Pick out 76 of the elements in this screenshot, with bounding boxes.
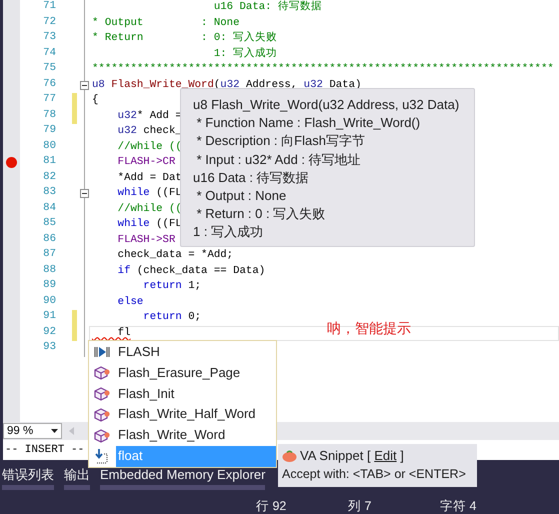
- snippet-hint: Accept with: <TAB> or <ENTER>: [282, 466, 466, 483]
- code-line: return 1;: [142, 280, 202, 294]
- code-line: FLASH->CR: [116, 156, 176, 170]
- annotation-text: 呐，智能提示: [327, 320, 411, 338]
- line-number: 77: [42, 93, 56, 107]
- tooltip-line: u16 Data : 待写数据: [193, 168, 309, 187]
- line-number: 83: [42, 186, 56, 200]
- code-line: * Output : None: [92, 16, 240, 30]
- breakpoint-icon[interactable]: [6, 157, 17, 168]
- code-line: else: [116, 296, 144, 309]
- line-number: 74: [42, 46, 56, 60]
- line-number: 75: [42, 62, 56, 76]
- tooltip-line: 1 : 写入成功: [193, 223, 264, 242]
- panel-tab[interactable]: 错误列表: [2, 467, 54, 490]
- collapse-icon[interactable]: [80, 189, 89, 198]
- code-line: u16 Data: 待写数据: [212, 1, 322, 14]
- tooltip-line: * Description : 向Flash写字节: [196, 132, 365, 150]
- line-number: 90: [42, 294, 56, 308]
- zoom-dropdown[interactable]: 99 %: [3, 423, 62, 439]
- code-line: while ((FL: [116, 218, 182, 232]
- cube-icon: [94, 365, 110, 382]
- code-line: check_data = *Add;: [116, 249, 234, 262]
- line-number: 71: [42, 0, 56, 14]
- line-number: 92: [42, 326, 56, 340]
- line-number: 76: [42, 78, 56, 92]
- code-line: ************************************************************************: [92, 63, 554, 76]
- line-number: 85: [42, 217, 56, 231]
- completion-item[interactable]: Flash_Write_Half_Word: [116, 404, 276, 426]
- line-number: 89: [42, 279, 56, 293]
- line-number: 86: [42, 232, 56, 246]
- line-number: 84: [42, 202, 56, 216]
- code-line: return 0;: [142, 311, 202, 324]
- cube-icon: [94, 386, 110, 402]
- tooltip-line: * Input : u32* Add : 待写地址: [196, 150, 361, 169]
- code-line: if (check_data == Data): [116, 264, 266, 278]
- code-line: //while ((: [116, 140, 182, 154]
- line-number: 82: [42, 170, 56, 184]
- column-indicator: 列 7: [348, 498, 372, 514]
- completion-item[interactable]: Flash_Erasure_Page: [116, 362, 276, 384]
- tooltip-line: u8 Flash_Write_Word(u32 Address, u32 Data): [193, 96, 460, 114]
- code-line: u32 check_: [116, 125, 182, 138]
- collapse-icon[interactable]: [80, 80, 89, 90]
- line-number: 79: [42, 124, 56, 138]
- caret-icon: [51, 429, 58, 433]
- line-number: 93: [42, 341, 56, 355]
- tooltip-line: * Output : None: [196, 186, 286, 205]
- mode-indicator: -- INSERT --: [4, 444, 84, 456]
- code-line: 1: 写入成功: [212, 48, 278, 61]
- edit-link[interactable]: Edit: [374, 448, 397, 463]
- download-arrow-icon: [94, 448, 110, 464]
- line-number: 78: [42, 108, 56, 122]
- line-number: 91: [42, 310, 56, 324]
- line-number: 81: [42, 155, 56, 169]
- code-line: FLASH->SR: [116, 234, 176, 247]
- code-line: fl: [116, 326, 130, 340]
- code-line: //while ((: [116, 202, 182, 216]
- line-number: 73: [42, 31, 56, 45]
- snippet-title: VA Snippet [ Edit ]: [300, 448, 404, 463]
- line-number: 87: [42, 248, 56, 262]
- code-line: while ((FL: [116, 187, 182, 200]
- code-line: *Add = Dat: [116, 172, 182, 185]
- line-number: 80: [42, 140, 56, 154]
- char-indicator: 字符 4: [440, 498, 478, 514]
- completion-item[interactable]: FLASH: [116, 342, 276, 363]
- cube-icon: [94, 406, 110, 423]
- cube-icon: [94, 428, 110, 444]
- code-line: * Return : 0: 写入失败: [92, 32, 278, 46]
- line-number: 88: [42, 264, 56, 278]
- line-indicator: 行 92: [256, 498, 288, 514]
- code-line: {: [92, 94, 98, 108]
- completion-item[interactable]: Flash_Write_Word: [116, 425, 276, 446]
- completion-item[interactable]: Flash_Init: [116, 384, 276, 404]
- tomato-icon: [282, 450, 297, 462]
- line-number: 72: [42, 16, 56, 30]
- tooltip-line: * Return : 0 : 写入失败: [196, 205, 326, 224]
- tooltip-line: * Function Name : Flash_Write_Word(): [196, 114, 420, 132]
